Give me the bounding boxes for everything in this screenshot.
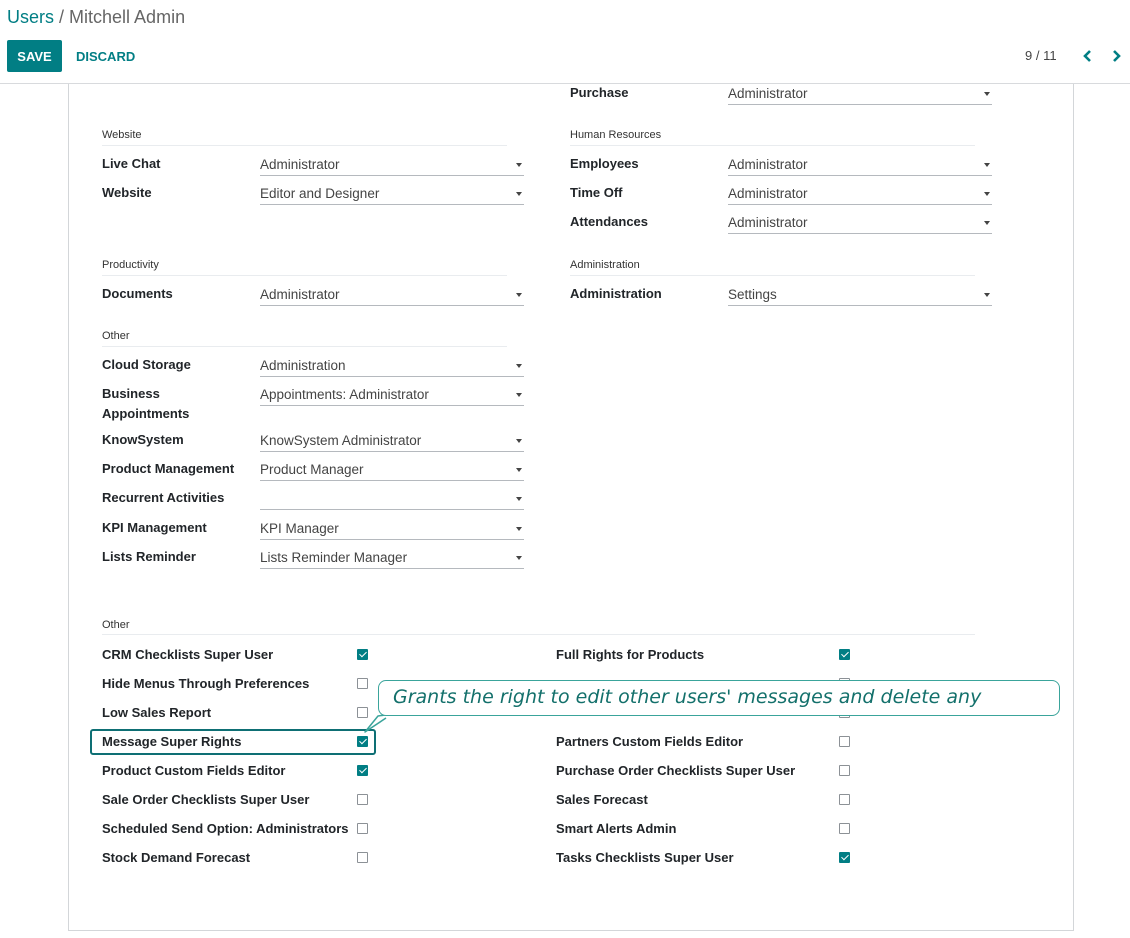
checkbox-label: Tasks Checklists Super User [556,850,734,865]
checkbox-checked[interactable] [839,852,850,863]
caret-down-icon [516,527,522,531]
caret-down-icon [516,393,522,397]
checkbox-label: Product Custom Fields Editor [102,763,286,778]
checkbox-label: CRM Checklists Super User [102,647,274,662]
lists-reminder-select[interactable]: Lists Reminder Manager [260,547,524,569]
breadcrumb-users-link[interactable]: Users [7,7,54,27]
checkbox-unchecked[interactable] [357,852,368,863]
documents-select[interactable]: Administrator [260,284,524,306]
save-button[interactable]: SAVE [7,40,62,72]
pager-next-button[interactable] [1106,44,1126,68]
caret-down-icon [516,293,522,297]
knowsystem-select[interactable]: KnowSystem Administrator [260,430,524,452]
section-other: Other [102,330,130,342]
pager-previous-button[interactable] [1078,44,1098,68]
website-select[interactable]: Editor and Designer [260,183,524,205]
section-divider [102,275,507,276]
caret-down-icon [516,439,522,443]
help-tooltip: Grants the right to edit other users' me… [378,680,1060,716]
breadcrumb-separator: / [54,7,70,27]
checkbox-unchecked[interactable] [839,736,850,747]
caret-down-icon [516,497,522,501]
discard-button[interactable]: DISCARD [70,40,141,72]
checkbox-label: Full Rights for Products [556,647,705,662]
cloud-storage-label: Cloud Storage [102,357,191,372]
product-management-label: Product Management [102,461,235,476]
section-divider [102,346,507,347]
section-productivity: Productivity [102,259,159,271]
pager-counter: 9 / 11 [1025,48,1057,63]
attendances-label: Attendances [570,214,649,229]
checkbox-checked[interactable] [357,765,368,776]
checkbox-label: Smart Alerts Admin [556,821,677,836]
caret-down-icon [516,163,522,167]
control-panel: Users / Mitchell Admin SAVE DISCARD 9 / … [0,0,1130,84]
website-label: Website [102,185,152,200]
checkbox-label: Purchase Order Checklists Super User [556,763,796,778]
checkbox-label: Low Sales Report [102,705,212,720]
highlight-frame [90,729,376,755]
caret-down-icon [984,293,990,297]
caret-down-icon [984,163,990,167]
caret-down-icon [516,364,522,368]
lists-reminder-label: Lists Reminder [102,549,196,564]
caret-down-icon [516,192,522,196]
recurrent-activities-select[interactable] [260,488,524,510]
live-chat-label: Live Chat [102,156,161,171]
documents-label: Documents [102,286,173,301]
recurrent-activities-label: Recurrent Activities [102,490,225,505]
section-website: Website [102,129,142,141]
checkbox-checked[interactable] [839,649,850,660]
checkbox-unchecked[interactable] [357,823,368,834]
checkbox-label: Sale Order Checklists Super User [102,792,310,807]
knowsystem-label: KnowSystem [102,432,184,447]
checkbox-label: Partners Custom Fields Editor [556,734,744,749]
kpi-management-label: KPI Management [102,520,207,535]
breadcrumb: Users / Mitchell Admin [7,7,185,28]
kpi-management-select[interactable]: KPI Manager [260,518,524,540]
section-divider [102,634,975,635]
section-divider [570,145,975,146]
purchase-label: Purchase [570,85,629,100]
section-divider [570,275,975,276]
checkbox-label: Sales Forecast [556,792,648,807]
chevron-right-icon [1113,50,1121,62]
checkbox-unchecked[interactable] [839,823,850,834]
time-off-select[interactable]: Administrator [728,183,992,205]
caret-down-icon [516,556,522,560]
caret-down-icon [984,221,990,225]
employees-select[interactable]: Administrator [728,154,992,176]
checkbox-unchecked[interactable] [839,765,850,776]
live-chat-select[interactable]: Administrator [260,154,524,176]
employees-label: Employees [570,156,639,171]
business-appointments-label: Business Appointments [102,386,190,421]
checkbox-label: Hide Menus Through Preferences [102,676,310,691]
caret-down-icon [516,468,522,472]
purchase-select[interactable]: Administrator [728,83,992,105]
checkbox-unchecked[interactable] [357,678,368,689]
checkbox-checked[interactable] [357,649,368,660]
section-divider [102,145,507,146]
breadcrumb-current: Mitchell Admin [69,7,186,27]
administration-label: Administration [570,286,662,301]
section-other-checkboxes: Other [102,619,130,631]
checkbox-unchecked[interactable] [357,794,368,805]
attendances-select[interactable]: Administrator [728,212,992,234]
checkbox-unchecked[interactable] [839,794,850,805]
section-human-resources: Human Resources [570,129,662,141]
time-off-label: Time Off [570,185,623,200]
product-management-select[interactable]: Product Manager [260,459,524,481]
section-administration: Administration [570,259,640,271]
checkbox-label: Stock Demand Forecast [102,850,251,865]
cloud-storage-select[interactable]: Administration [260,355,524,377]
caret-down-icon [984,92,990,96]
administration-select[interactable]: Settings [728,284,992,306]
caret-down-icon [984,192,990,196]
business-appointments-select[interactable]: Appointments: Administrator [260,384,524,406]
checkbox-label: Scheduled Send Option: Administrators [102,821,349,836]
chevron-left-icon [1083,50,1091,62]
